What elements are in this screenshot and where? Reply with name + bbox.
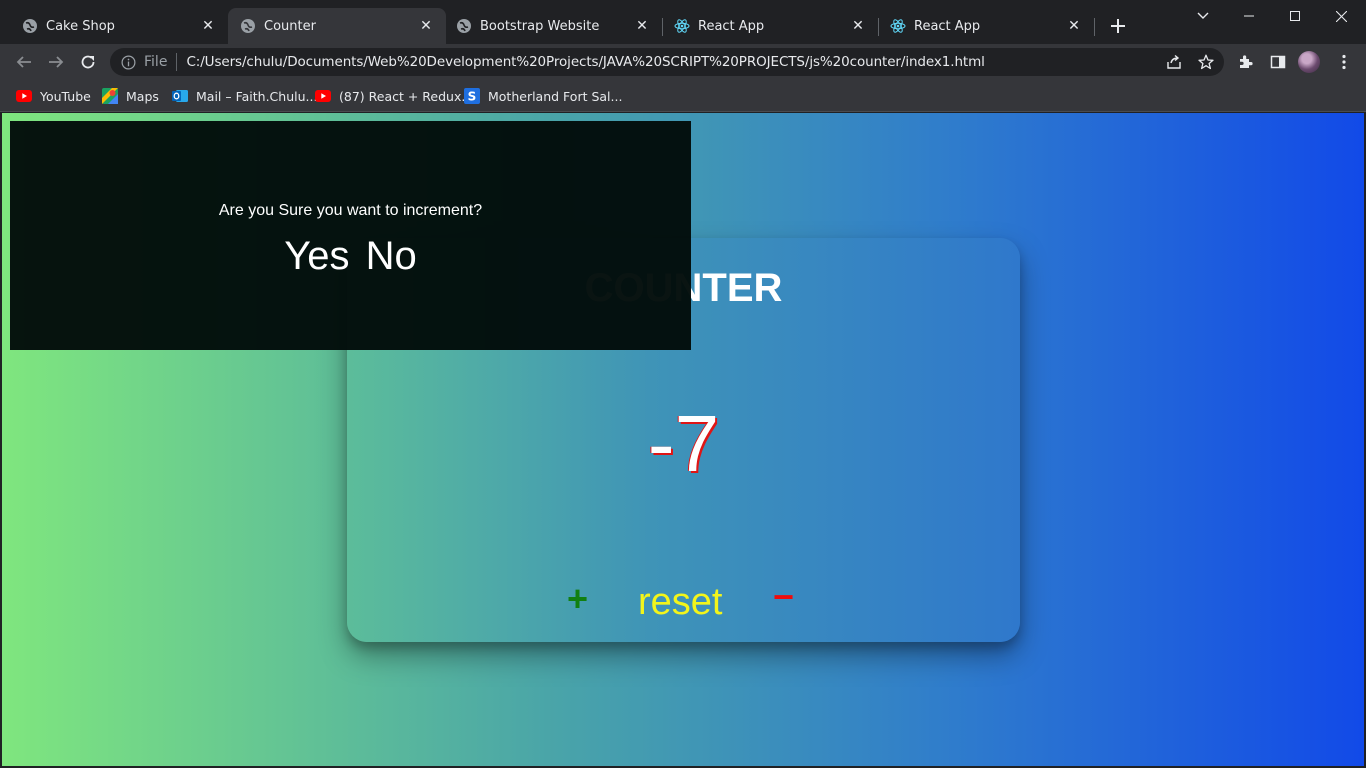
react-icon: [890, 18, 906, 34]
reset-button[interactable]: reset: [638, 581, 722, 624]
yes-button[interactable]: Yes: [284, 234, 349, 279]
count-display: -7: [647, 399, 720, 488]
bookmark-youtube[interactable]: YouTube: [16, 85, 91, 107]
maximize-button[interactable]: [1272, 0, 1318, 32]
tab-title: Bootstrap Website: [480, 18, 600, 34]
bookmark-mail[interactable]: Mail – Faith.Chulu...: [172, 85, 317, 107]
share-icon: [1167, 54, 1181, 69]
plus-icon: [1111, 19, 1125, 33]
bookmark-motherland[interactable]: S Motherland Fort Sal...: [464, 85, 622, 107]
globe-icon: [456, 18, 472, 34]
globe-icon: [22, 18, 38, 34]
page-viewport: COUNTER -7 + reset − Are you Sure you wa…: [2, 113, 1364, 766]
tab-bootstrap-website[interactable]: Bootstrap Website ✕: [446, 8, 662, 44]
close-icon[interactable]: ✕: [634, 18, 650, 34]
bookmark-star-button[interactable]: [1192, 48, 1220, 76]
arrow-right-icon: [49, 56, 64, 68]
bookmark-label: (87) React + Redux...: [339, 88, 474, 104]
minimize-button[interactable]: [1226, 0, 1272, 32]
chevron-down-icon: [1197, 12, 1209, 19]
scheme-label: File: [144, 54, 168, 70]
omnibox-divider: [176, 53, 178, 71]
extensions-button[interactable]: [1232, 48, 1260, 76]
tab-react-app[interactable]: React App ✕: [662, 8, 878, 44]
tab-separator: [1094, 18, 1095, 36]
star-icon: [1198, 54, 1214, 70]
close-icon[interactable]: ✕: [418, 18, 434, 34]
confirm-question: Are you Sure you want to increment?: [218, 202, 483, 219]
confirm-modal: Are you Sure you want to increment? Yes …: [10, 121, 691, 350]
close-icon[interactable]: ✕: [200, 18, 216, 34]
forward-button[interactable]: [42, 48, 70, 76]
maps-icon: [102, 88, 118, 104]
counter-controls: + reset −: [347, 576, 1020, 628]
bookmarks-bar: YouTube Maps Mail – Faith.Chulu... (87) …: [0, 80, 1366, 112]
decrement-button[interactable]: −: [773, 576, 794, 618]
youtube-icon: [315, 88, 331, 104]
tab-title: React App: [698, 18, 765, 34]
address-bar[interactable]: File C:/Users/chulu/Documents/Web%20Deve…: [110, 48, 1224, 76]
react-icon: [674, 18, 690, 34]
reload-button[interactable]: [74, 48, 102, 76]
bookmark-label: Mail – Faith.Chulu...: [196, 88, 318, 104]
maximize-icon: [1290, 11, 1300, 21]
close-icon: [1335, 10, 1347, 22]
increment-button[interactable]: +: [567, 578, 588, 620]
side-panel-button[interactable]: [1264, 48, 1292, 76]
profile-avatar[interactable]: [1298, 51, 1320, 73]
tab-search-button[interactable]: [1180, 0, 1226, 32]
puzzle-icon: [1240, 55, 1253, 68]
new-tab-button[interactable]: [1106, 14, 1130, 38]
tab-strip: Cake Shop ✕ Counter ✕ Bootstrap Website …: [0, 0, 1366, 44]
reload-icon: [81, 55, 95, 69]
tab-title: React App: [914, 18, 981, 34]
info-icon[interactable]: [120, 54, 136, 70]
outlook-icon: [172, 88, 188, 104]
tab-counter[interactable]: Counter ✕: [228, 8, 446, 44]
tab-cake-shop[interactable]: Cake Shop ✕: [0, 8, 228, 44]
globe-icon: [240, 18, 256, 34]
url-text[interactable]: C:/Users/chulu/Documents/Web%20Developme…: [186, 54, 984, 70]
bookmark-react-redux[interactable]: (87) React + Redux...: [315, 85, 473, 107]
kebab-menu-icon: [1342, 54, 1346, 70]
menu-button[interactable]: [1330, 48, 1358, 76]
no-button[interactable]: No: [366, 234, 417, 279]
share-button[interactable]: [1160, 48, 1188, 76]
bookmark-label: YouTube: [40, 88, 91, 104]
tab-title: Cake Shop: [46, 18, 115, 34]
bookmark-label: Maps: [126, 88, 159, 104]
tab-react-app-2[interactable]: React App ✕: [878, 8, 1094, 44]
back-button[interactable]: [10, 48, 38, 76]
s-icon: S: [464, 88, 480, 104]
youtube-icon: [16, 88, 32, 104]
confirm-buttons: Yes No: [10, 234, 691, 279]
arrow-left-icon: [16, 56, 31, 68]
bookmark-label: Motherland Fort Sal...: [488, 88, 623, 104]
tab-title: Counter: [264, 18, 316, 34]
bookmark-maps[interactable]: Maps: [102, 85, 159, 107]
side-panel-icon: [1270, 55, 1286, 69]
minimize-icon: [1244, 15, 1254, 17]
svg-text:S: S: [468, 90, 477, 104]
close-window-button[interactable]: [1318, 0, 1364, 32]
close-icon[interactable]: ✕: [850, 18, 866, 34]
close-icon[interactable]: ✕: [1066, 18, 1082, 34]
browser-toolbar: File C:/Users/chulu/Documents/Web%20Deve…: [0, 44, 1366, 80]
